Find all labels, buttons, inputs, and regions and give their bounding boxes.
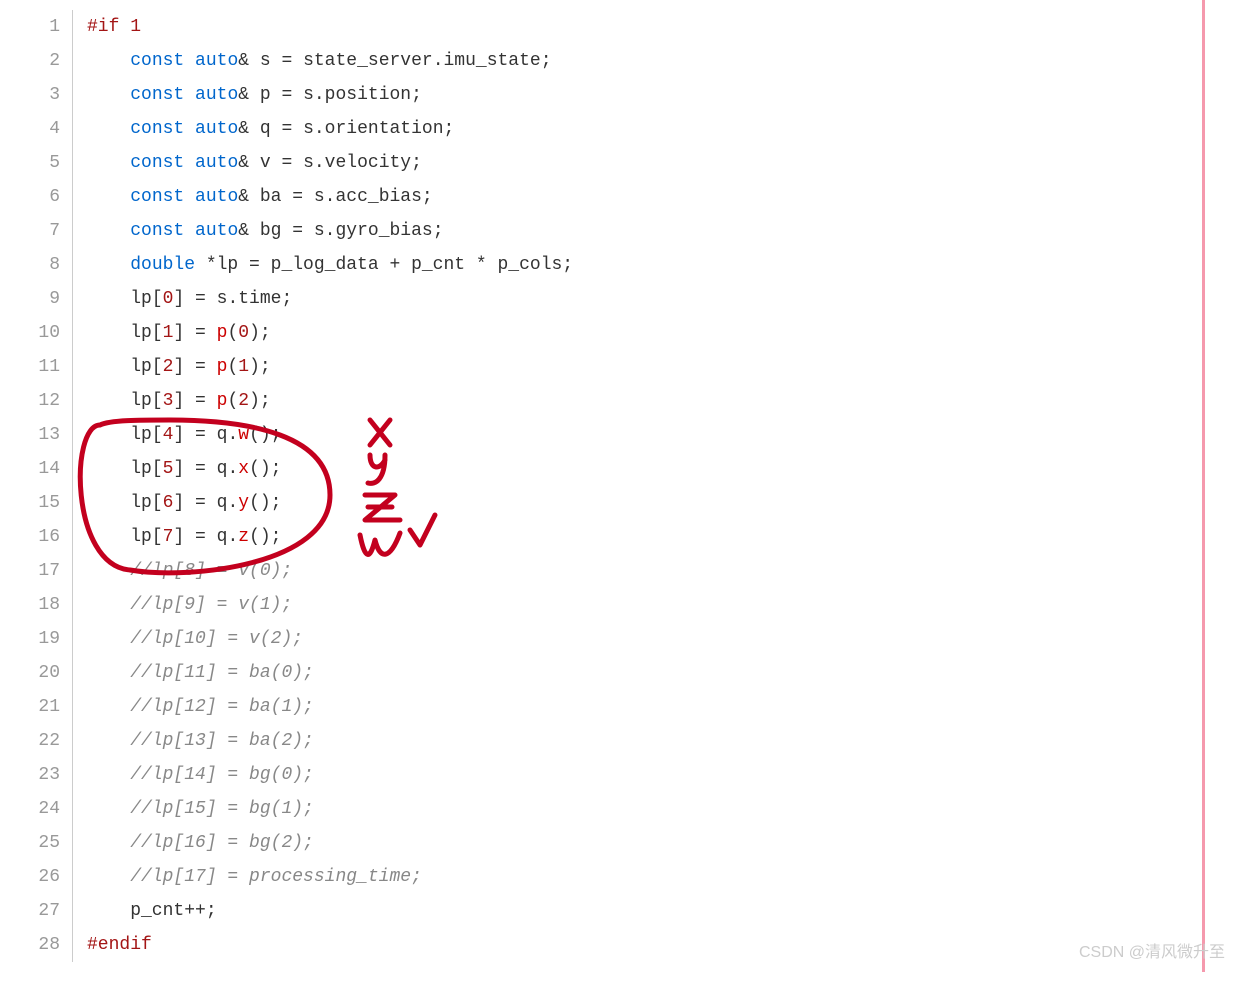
- line-number: 27: [0, 894, 60, 928]
- code-line: //lp[17] = processing_time;: [87, 860, 1245, 894]
- line-number: 16: [0, 520, 60, 554]
- code-line: lp[3] = p(2);: [87, 384, 1245, 418]
- line-number: 9: [0, 282, 60, 316]
- code-line: double *lp = p_log_data + p_cnt * p_cols…: [87, 248, 1245, 282]
- code-line: const auto& ba = s.acc_bias;: [87, 180, 1245, 214]
- code-line: //lp[14] = bg(0);: [87, 758, 1245, 792]
- code-line: //lp[15] = bg(1);: [87, 792, 1245, 826]
- code-line: //lp[11] = ba(0);: [87, 656, 1245, 690]
- code-line: lp[7] = q.z();: [87, 520, 1245, 554]
- line-number: 26: [0, 860, 60, 894]
- line-number: 11: [0, 350, 60, 384]
- code-line: #endif: [87, 928, 1245, 962]
- line-number: 20: [0, 656, 60, 690]
- code-line: lp[1] = p(0);: [87, 316, 1245, 350]
- line-number: 13: [0, 418, 60, 452]
- line-number: 15: [0, 486, 60, 520]
- code-line: p_cnt++;: [87, 894, 1245, 928]
- scroll-indicator: [1202, 0, 1205, 972]
- code-line: lp[2] = p(1);: [87, 350, 1245, 384]
- code-line: //lp[12] = ba(1);: [87, 690, 1245, 724]
- line-number: 3: [0, 78, 60, 112]
- line-number: 17: [0, 554, 60, 588]
- code-line: const auto& s = state_server.imu_state;: [87, 44, 1245, 78]
- line-number: 23: [0, 758, 60, 792]
- code-line: lp[6] = q.y();: [87, 486, 1245, 520]
- code-line: lp[4] = q.w();: [87, 418, 1245, 452]
- line-number: 2: [0, 44, 60, 78]
- line-number: 28: [0, 928, 60, 962]
- code-line: //lp[16] = bg(2);: [87, 826, 1245, 860]
- line-number: 21: [0, 690, 60, 724]
- code-line: //lp[9] = v(1);: [87, 588, 1245, 622]
- code-line: #if 1: [87, 10, 1245, 44]
- line-number: 4: [0, 112, 60, 146]
- line-number: 14: [0, 452, 60, 486]
- line-number: 24: [0, 792, 60, 826]
- code-line: //lp[10] = v(2);: [87, 622, 1245, 656]
- code-lines: #if 1 const auto& s = state_server.imu_s…: [73, 10, 1245, 962]
- watermark: CSDN @清风微升至: [1079, 938, 1225, 962]
- line-number: 7: [0, 214, 60, 248]
- code-line: //lp[13] = ba(2);: [87, 724, 1245, 758]
- line-number-gutter: 1234567891011121314151617181920212223242…: [0, 10, 73, 962]
- line-number: 22: [0, 724, 60, 758]
- line-number: 8: [0, 248, 60, 282]
- line-number: 10: [0, 316, 60, 350]
- code-line: const auto& bg = s.gyro_bias;: [87, 214, 1245, 248]
- line-number: 25: [0, 826, 60, 860]
- line-number: 19: [0, 622, 60, 656]
- code-line: const auto& p = s.position;: [87, 78, 1245, 112]
- code-line: const auto& v = s.velocity;: [87, 146, 1245, 180]
- line-number: 1: [0, 10, 60, 44]
- code-block: 1234567891011121314151617181920212223242…: [0, 0, 1245, 972]
- line-number: 12: [0, 384, 60, 418]
- code-line: //lp[8] = v(0);: [87, 554, 1245, 588]
- code-line: lp[5] = q.x();: [87, 452, 1245, 486]
- line-number: 18: [0, 588, 60, 622]
- line-number: 5: [0, 146, 60, 180]
- line-number: 6: [0, 180, 60, 214]
- code-line: const auto& q = s.orientation;: [87, 112, 1245, 146]
- code-line: lp[0] = s.time;: [87, 282, 1245, 316]
